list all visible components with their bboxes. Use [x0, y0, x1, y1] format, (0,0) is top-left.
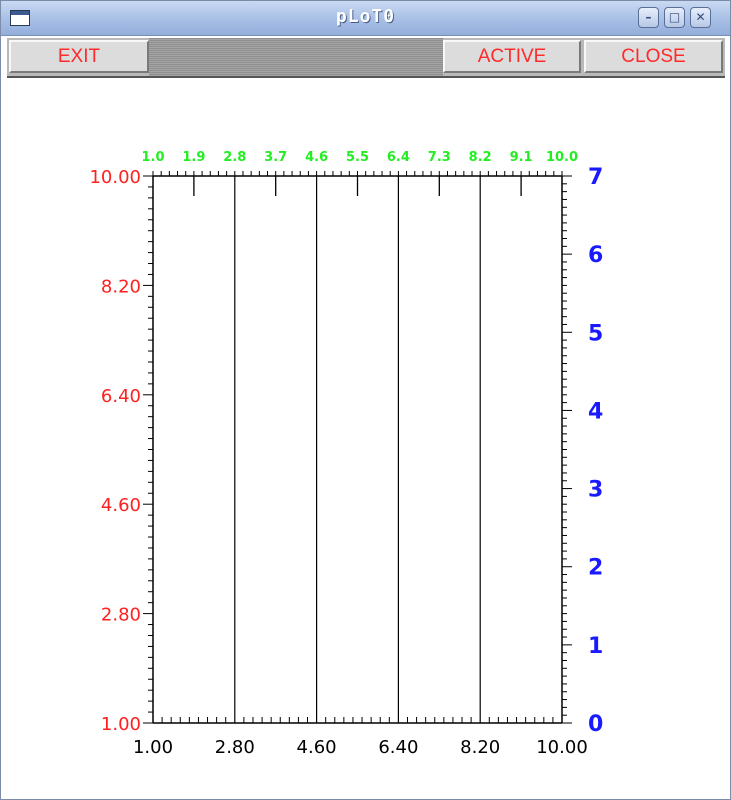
- right-tick-label: 4: [588, 399, 603, 424]
- top-tick-label: 8.2: [469, 150, 492, 165]
- top-tick-label: 4.6: [305, 150, 328, 165]
- right-tick-label: 2: [588, 556, 603, 581]
- bottom-tick-label: 4.60: [297, 737, 337, 758]
- active-button[interactable]: ACTIVE: [443, 40, 581, 73]
- top-tick-label: 6.4: [387, 150, 410, 165]
- right-tick-label: 1: [588, 634, 603, 659]
- bottom-tick-label: 10.00: [536, 737, 588, 758]
- top-tick-label: 7.3: [428, 150, 451, 165]
- close-icon[interactable]: ✕: [690, 7, 711, 28]
- plot-area: 1.00 2.80 4.60 6.40 8.20 10.001.0 1.9 2.8 3.7 4.6…: [89, 150, 603, 758]
- top-tick-label: 5.5: [346, 150, 369, 165]
- minimize-icon[interactable]: –: [638, 7, 659, 28]
- left-tick-label: 8.20: [101, 276, 141, 297]
- window-title: pLoT0: [335, 6, 396, 27]
- bottom-tick-label: 2.80: [215, 737, 255, 758]
- bottom-tick-label: 6.40: [378, 737, 418, 758]
- close-button[interactable]: CLOSE: [584, 40, 723, 73]
- left-tick-label: 6.40: [101, 386, 141, 407]
- exit-button[interactable]: EXIT: [9, 40, 149, 73]
- plot-window: pLoT0 – □ ✕ EXIT ACTIVE CLOSE 1.00 2.80 4.…: [0, 0, 731, 800]
- toolbar: EXIT ACTIVE CLOSE: [7, 38, 725, 78]
- right-tick-label: 5: [588, 321, 603, 346]
- top-tick-label: 3.7: [264, 150, 287, 165]
- top-tick-label: 2.8: [223, 150, 246, 165]
- right-tick-label: 0: [588, 712, 603, 737]
- top-tick-label: 1.0: [141, 150, 164, 165]
- left-tick-label: 10.00: [89, 167, 141, 188]
- toolbar-spacer: [149, 38, 443, 76]
- top-tick-label: 9.1: [510, 150, 533, 165]
- title-bar[interactable]: pLoT0 – □ ✕: [1, 1, 730, 36]
- bottom-tick-label: 1.00: [133, 737, 173, 758]
- left-tick-label: 2.80: [101, 605, 141, 626]
- right-tick-label: 6: [588, 243, 603, 268]
- maximize-icon[interactable]: □: [664, 7, 685, 28]
- bottom-tick-label: 8.20: [460, 737, 500, 758]
- left-tick-label: 4.60: [101, 495, 141, 516]
- top-tick-label: 10.0: [546, 150, 578, 165]
- right-tick-label: 7: [588, 165, 603, 190]
- right-tick-label: 3: [588, 478, 603, 503]
- left-tick-label: 1.00: [101, 714, 141, 735]
- top-tick-label: 1.9: [182, 150, 205, 165]
